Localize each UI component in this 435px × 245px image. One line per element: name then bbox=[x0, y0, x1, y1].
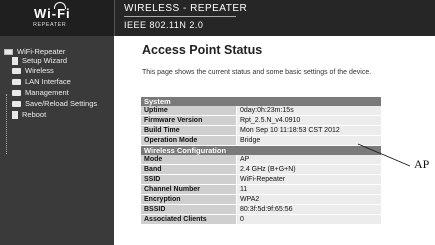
callout-label: AP bbox=[414, 157, 430, 171]
callout-line bbox=[357, 143, 411, 167]
callout-leader-line bbox=[357, 143, 411, 167]
